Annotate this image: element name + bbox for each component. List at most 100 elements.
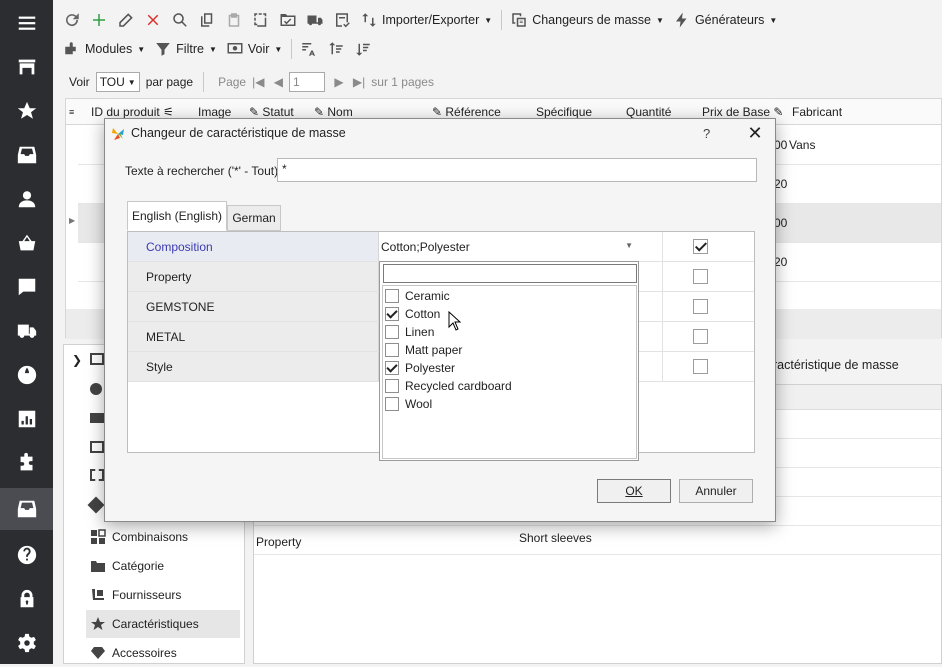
edit-icon[interactable] bbox=[117, 11, 135, 29]
first-page-icon[interactable]: |◀ bbox=[252, 75, 264, 89]
column-header[interactable]: ID du produit ⚟ bbox=[91, 105, 174, 119]
next-page-icon[interactable]: ▶ bbox=[331, 75, 343, 89]
sort-down-icon[interactable] bbox=[354, 40, 372, 58]
generators-button[interactable]: Générateurs ▼ bbox=[673, 11, 777, 29]
inbox-icon[interactable] bbox=[0, 134, 53, 176]
modules-button[interactable]: Modules ▼ bbox=[63, 40, 145, 58]
help-button[interactable]: ? bbox=[703, 126, 710, 141]
column-header[interactable]: ✎ Statut bbox=[249, 105, 294, 119]
user-icon[interactable] bbox=[0, 178, 53, 220]
side-item-category[interactable]: Catégorie bbox=[86, 552, 240, 580]
option-checkbox[interactable] bbox=[385, 379, 399, 393]
side-item-combinations[interactable]: Combinaisons bbox=[86, 523, 240, 551]
sort-text-icon[interactable] bbox=[300, 40, 318, 58]
store-icon[interactable] bbox=[0, 46, 53, 88]
price-cell: 20 bbox=[774, 255, 788, 269]
search-icon[interactable] bbox=[171, 11, 189, 29]
side-item-label: Fournisseurs bbox=[112, 588, 182, 602]
image-icon bbox=[90, 441, 104, 453]
truck-icon[interactable] bbox=[0, 310, 53, 352]
column-divider bbox=[662, 292, 663, 322]
app-logo-icon bbox=[112, 128, 124, 140]
sort-up-icon[interactable] bbox=[327, 40, 345, 58]
column-header[interactable]: Prix de Base ✎ bbox=[702, 105, 783, 119]
side-item-features[interactable]: Caractéristiques bbox=[86, 610, 240, 638]
dropdown-option[interactable]: Linen bbox=[385, 323, 434, 341]
option-checkbox[interactable] bbox=[385, 343, 399, 357]
select-icon[interactable] bbox=[252, 11, 270, 29]
column-header[interactable]: ✎ Référence bbox=[432, 105, 501, 119]
refresh-icon[interactable] bbox=[63, 11, 81, 29]
column-header[interactable]: Spécifique bbox=[536, 105, 592, 119]
view-button[interactable]: Voir ▼ bbox=[226, 40, 282, 58]
help-icon[interactable] bbox=[0, 534, 53, 576]
add-icon[interactable] bbox=[90, 11, 108, 29]
tab-english[interactable]: English (English) bbox=[127, 201, 227, 231]
ok-label: OK bbox=[625, 484, 643, 498]
grid-menu-icon[interactable]: ≡ bbox=[69, 107, 74, 117]
feature-checkbox[interactable] bbox=[693, 299, 708, 314]
lock-icon[interactable] bbox=[0, 578, 53, 620]
dropdown-option[interactable]: Recycled cardboard bbox=[385, 377, 512, 395]
import-export-button[interactable]: Importer/Exporter ▼ bbox=[360, 11, 492, 29]
dropdown-option[interactable]: Matt paper bbox=[385, 341, 462, 359]
dropdown-option[interactable]: Cotton bbox=[385, 305, 440, 323]
close-button[interactable]: ✕ bbox=[746, 123, 764, 144]
truck-check-icon[interactable] bbox=[306, 11, 324, 29]
option-label: Linen bbox=[405, 325, 435, 339]
dropdown-option[interactable]: Wool bbox=[385, 395, 432, 413]
column-header[interactable]: Fabricant bbox=[792, 105, 842, 119]
per-page-select[interactable]: TOU ▼ bbox=[95, 72, 140, 92]
dropdown-option[interactable]: Polyester bbox=[385, 359, 455, 377]
dropdown-options-list: Ceramic Cotton Linen Matt paper Polyeste… bbox=[382, 285, 637, 459]
comment-icon[interactable] bbox=[0, 266, 53, 308]
chart-icon[interactable] bbox=[0, 398, 53, 440]
menu-icon[interactable] bbox=[0, 2, 53, 44]
column-header[interactable]: ✎ Nom bbox=[314, 105, 353, 119]
puzzle-icon[interactable] bbox=[0, 442, 53, 484]
cancel-button[interactable]: Annuler bbox=[679, 479, 753, 503]
basket-icon[interactable] bbox=[0, 222, 53, 264]
option-checkbox[interactable] bbox=[385, 325, 399, 339]
paste-icon[interactable] bbox=[225, 11, 243, 29]
page-label: Page bbox=[218, 75, 247, 89]
bulk-changers-button[interactable]: Changeurs de masse ▼ bbox=[510, 11, 664, 29]
side-item-suppliers[interactable]: Fournisseurs bbox=[86, 581, 240, 609]
settings-icon[interactable] bbox=[0, 622, 53, 664]
expand-icon[interactable]: ❯ bbox=[72, 353, 82, 367]
feature-value-dropdown[interactable]: Cotton;Polyester ▼ bbox=[379, 232, 639, 261]
filter-button[interactable]: Filtre ▼ bbox=[154, 40, 217, 58]
option-checkbox[interactable] bbox=[385, 397, 399, 411]
detail-row-label: Property bbox=[256, 535, 302, 549]
feature-checkbox[interactable] bbox=[693, 359, 708, 374]
option-checkbox[interactable] bbox=[385, 289, 399, 303]
diamond-icon bbox=[91, 647, 105, 659]
ok-button[interactable]: OK bbox=[597, 479, 671, 503]
column-header[interactable]: Image bbox=[198, 105, 231, 119]
last-page-icon[interactable]: ▶| bbox=[350, 75, 365, 89]
page-number-input[interactable]: 1 bbox=[289, 72, 326, 92]
archive-icon[interactable] bbox=[0, 488, 53, 530]
feature-checkbox[interactable] bbox=[693, 329, 708, 344]
prev-page-icon[interactable]: ◀ bbox=[270, 75, 283, 89]
dropdown-filter-input[interactable] bbox=[383, 264, 637, 283]
list-item[interactable]: Property Short sleeves bbox=[254, 526, 941, 555]
globe-icon[interactable] bbox=[0, 354, 53, 396]
option-checkbox[interactable] bbox=[385, 307, 399, 321]
star-icon bbox=[91, 617, 105, 630]
folder-check-icon[interactable] bbox=[279, 11, 297, 29]
tab-german[interactable]: German bbox=[227, 205, 281, 231]
search-input[interactable]: * bbox=[277, 158, 757, 182]
column-header[interactable]: Quantité bbox=[626, 105, 671, 119]
dropdown-option[interactable]: Ceramic bbox=[385, 287, 450, 305]
option-checkbox[interactable] bbox=[385, 361, 399, 375]
side-item-accessories[interactable]: Accessoires bbox=[86, 639, 240, 667]
checklist-icon[interactable] bbox=[333, 11, 351, 29]
search-label: Texte à rechercher ('*' - Tout) bbox=[125, 164, 279, 178]
star-icon[interactable] bbox=[0, 90, 53, 132]
delete-icon[interactable] bbox=[144, 11, 162, 29]
copy-icon[interactable] bbox=[198, 11, 216, 29]
feature-checkbox[interactable] bbox=[693, 269, 708, 284]
feature-row[interactable]: Composition Cotton;Polyester ▼ bbox=[128, 232, 754, 262]
feature-checkbox[interactable] bbox=[693, 239, 708, 254]
